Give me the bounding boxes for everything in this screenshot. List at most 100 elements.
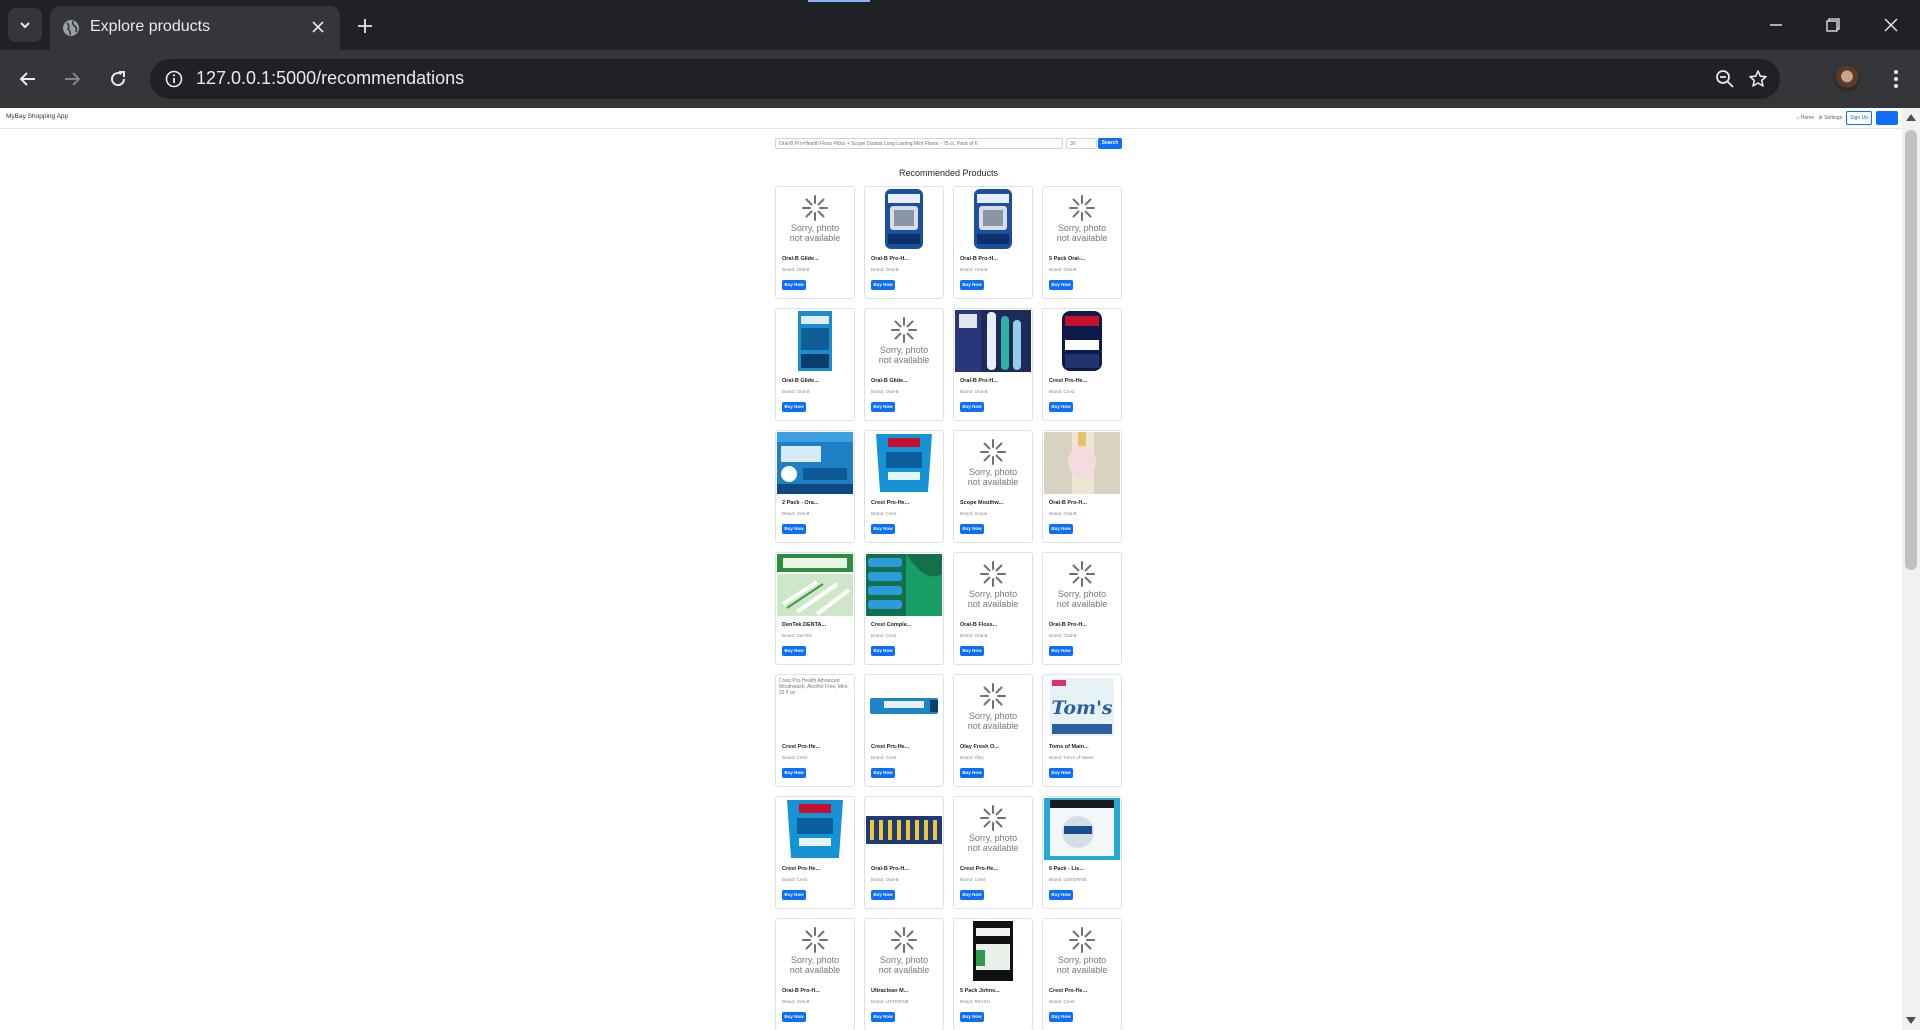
minimize-button[interactable] [1753,8,1799,42]
product-card[interactable]: DenTek DENTA... Brand: DenTek Buy Now [775,552,855,665]
spinner-spoke [983,808,991,816]
product-image [777,432,853,494]
address-bar[interactable]: 127.0.0.1:5000/recommendations [150,59,1780,99]
product-card[interactable]: Crest Pro-Health Advanced Mouthwash, Alc… [775,674,855,787]
product-card[interactable]: Sorry, photo not available Oral-B Pro-H...… [775,918,855,1030]
profile-avatar[interactable] [1834,66,1860,92]
photo-unavailable-text: Sorry, photo not available [1056,223,1108,243]
spinner-spoke [894,332,902,340]
product-card[interactable]: Sorry, photo not available Oral-B Pro-H...… [1042,552,1122,665]
product-card[interactable]: Oral-B Pro-H... Brand: Oral-B Buy Now [953,308,1033,421]
buy-now-button[interactable]: Buy Now [782,280,806,290]
buy-now-button[interactable]: Buy Now [1049,402,1073,412]
app-brand[interactable]: MyBay Shopping App [6,113,68,120]
spinner-spoke [1072,210,1080,218]
buy-now-button[interactable]: Buy Now [1049,890,1073,900]
buy-now-button[interactable]: Buy Now [782,646,806,656]
buy-now-button[interactable]: Buy Now [1049,524,1073,534]
buy-now-button[interactable]: Buy Now [871,402,895,412]
product-card[interactable]: Oral-B Pro-H... Brand: Oral-B Buy Now [864,186,944,299]
scroll-down-arrow-icon[interactable] [1906,1017,1916,1024]
product-card[interactable]: Oral-B Pro-H... Brand: Oral-B Buy Now [864,796,944,909]
product-card[interactable]: Sorry, photo not available 5 Pack Oral-...… [1042,186,1122,299]
sign-up-button[interactable]: Sign Up [1846,111,1872,125]
buy-now-button[interactable]: Buy Now [871,768,895,778]
product-card[interactable]: Sorry, photo not available Oral-B Glide...… [775,186,855,299]
product-name: Crest Pro-He... [782,744,821,750]
nav-settings-link[interactable]: ⚙ Settings [1818,115,1842,121]
buy-now-button[interactable]: Buy Now [782,402,806,412]
reload-button[interactable] [102,63,134,95]
product-card[interactable]: Oral-B Pro-H... Brand: Oral-B Buy Now [953,186,1033,299]
product-card[interactable]: Crest Comple... Brand: Crest Buy Now [864,552,944,665]
buy-now-button[interactable]: Buy Now [1049,768,1073,778]
search-input[interactable]: Oral-B Pro-Health Floss Picks + Scope Ou… [775,138,1063,149]
back-button[interactable] [12,63,44,95]
buy-now-button[interactable]: Buy Now [871,280,895,290]
buy-now-button[interactable]: Buy Now [1049,646,1073,656]
product-brand: Brand: Oral-B [960,389,988,394]
scroll-thumb[interactable] [1905,130,1917,570]
buy-now-button[interactable]: Buy Now [782,768,806,778]
browser-tab[interactable]: Explore products [50,6,340,50]
product-card[interactable]: Crest Pro-He... Brand: Crest Buy Now [1042,308,1122,421]
product-brand: Brand: Oral-B [871,267,899,272]
count-input[interactable]: 30 [1066,138,1097,149]
product-card[interactable]: 5 Pack Johns... Brand: REACH Buy Now [953,918,1033,1030]
spinner-spoke [995,808,1003,816]
spinner-spoke [995,442,1003,450]
buy-now-button[interactable]: Buy Now [1049,280,1073,290]
product-card[interactable]: Sorry, photo not available Oral-B Glide...… [864,308,944,421]
product-card[interactable]: Crest Pro-He... Brand: Crest Buy Now [775,796,855,909]
forward-button[interactable] [56,63,88,95]
product-card[interactable]: Sorry, photo not available Oral-B Floss...… [953,552,1033,665]
buy-now-button[interactable]: Buy Now [782,890,806,900]
product-card[interactable]: Sorry, photo not available Crest Pro-He...… [953,796,1033,909]
search-button[interactable]: Search [1098,138,1122,149]
login-button[interactable] [1876,111,1898,125]
product-image-placeholder: Sorry, photo not available [1044,920,1120,982]
buy-now-button[interactable]: Buy Now [871,890,895,900]
browser-menu-button[interactable] [1880,63,1912,95]
buy-now-button[interactable]: Buy Now [960,890,984,900]
product-name: Oral-B Glide... [782,378,819,384]
restore-button[interactable] [1810,8,1856,42]
product-card[interactable]: Crest Pro-He... Brand: Crest Buy Now [864,430,944,543]
product-card[interactable]: Sorry, photo not available Ultraclean M...… [864,918,944,1030]
buy-now-button[interactable]: Buy Now [871,1012,895,1022]
buy-now-button[interactable]: Buy Now [1049,1012,1073,1022]
product-card[interactable]: Oral-B Pro-H... Brand: Oral-B Buy Now [1042,430,1122,543]
buy-now-button[interactable]: Buy Now [960,524,984,534]
new-tab-button[interactable] [352,13,378,39]
buy-now-button[interactable]: Buy Now [871,646,895,656]
buy-now-button[interactable]: Buy Now [960,1012,984,1022]
product-card[interactable]: 6 Pack - Lis... Brand: LISTERINE Buy Now [1042,796,1122,909]
buy-now-button[interactable]: Buy Now [960,768,984,778]
nav-home-link[interactable]: ⌂ Home [1796,115,1814,121]
buy-now-button[interactable]: Buy Now [782,524,806,534]
product-card[interactable]: Oral-B Glide... Brand: Oral-B Buy Now [775,308,855,421]
bookmark-button[interactable] [1744,65,1772,93]
product-card[interactable]: Sorry, photo not available Crest Pro-He...… [1042,918,1122,1030]
spinner-spoke [1081,195,1083,204]
tab-close-button[interactable] [308,17,328,37]
photo-unavailable-text: Sorry, photo not available [967,833,1019,853]
product-card[interactable]: Tom's Toms of Main... Brand: Tom's of Main… [1042,674,1122,787]
product-card[interactable]: Crest Pro-He... Brand: Crest Buy Now [864,674,944,787]
buy-now-button[interactable]: Buy Now [871,524,895,534]
close-window-button[interactable] [1868,8,1914,42]
site-info-button[interactable] [160,65,188,93]
scroll-up-arrow-icon[interactable] [1906,114,1916,121]
product-brand: Brand: Tom's of Maine [1049,755,1094,760]
product-card[interactable]: 2 Pack - Ora... Brand: Oral-B Buy Now [775,430,855,543]
buy-now-button[interactable]: Buy Now [960,280,984,290]
tab-search-button[interactable] [8,8,42,42]
product-card[interactable]: Sorry, photo not available Scope Mouthw...… [953,430,1033,543]
product-card[interactable]: Sorry, photo not available Olay Fresh O...… [953,674,1033,787]
buy-now-button[interactable]: Buy Now [960,402,984,412]
buy-now-button[interactable]: Buy Now [782,1012,806,1022]
nav-links: ⌂ Home ⚙ Settings Sign Up [1796,111,1898,125]
zoom-button[interactable] [1711,65,1739,93]
scrollbar[interactable] [1902,108,1920,1030]
buy-now-button[interactable]: Buy Now [960,646,984,656]
